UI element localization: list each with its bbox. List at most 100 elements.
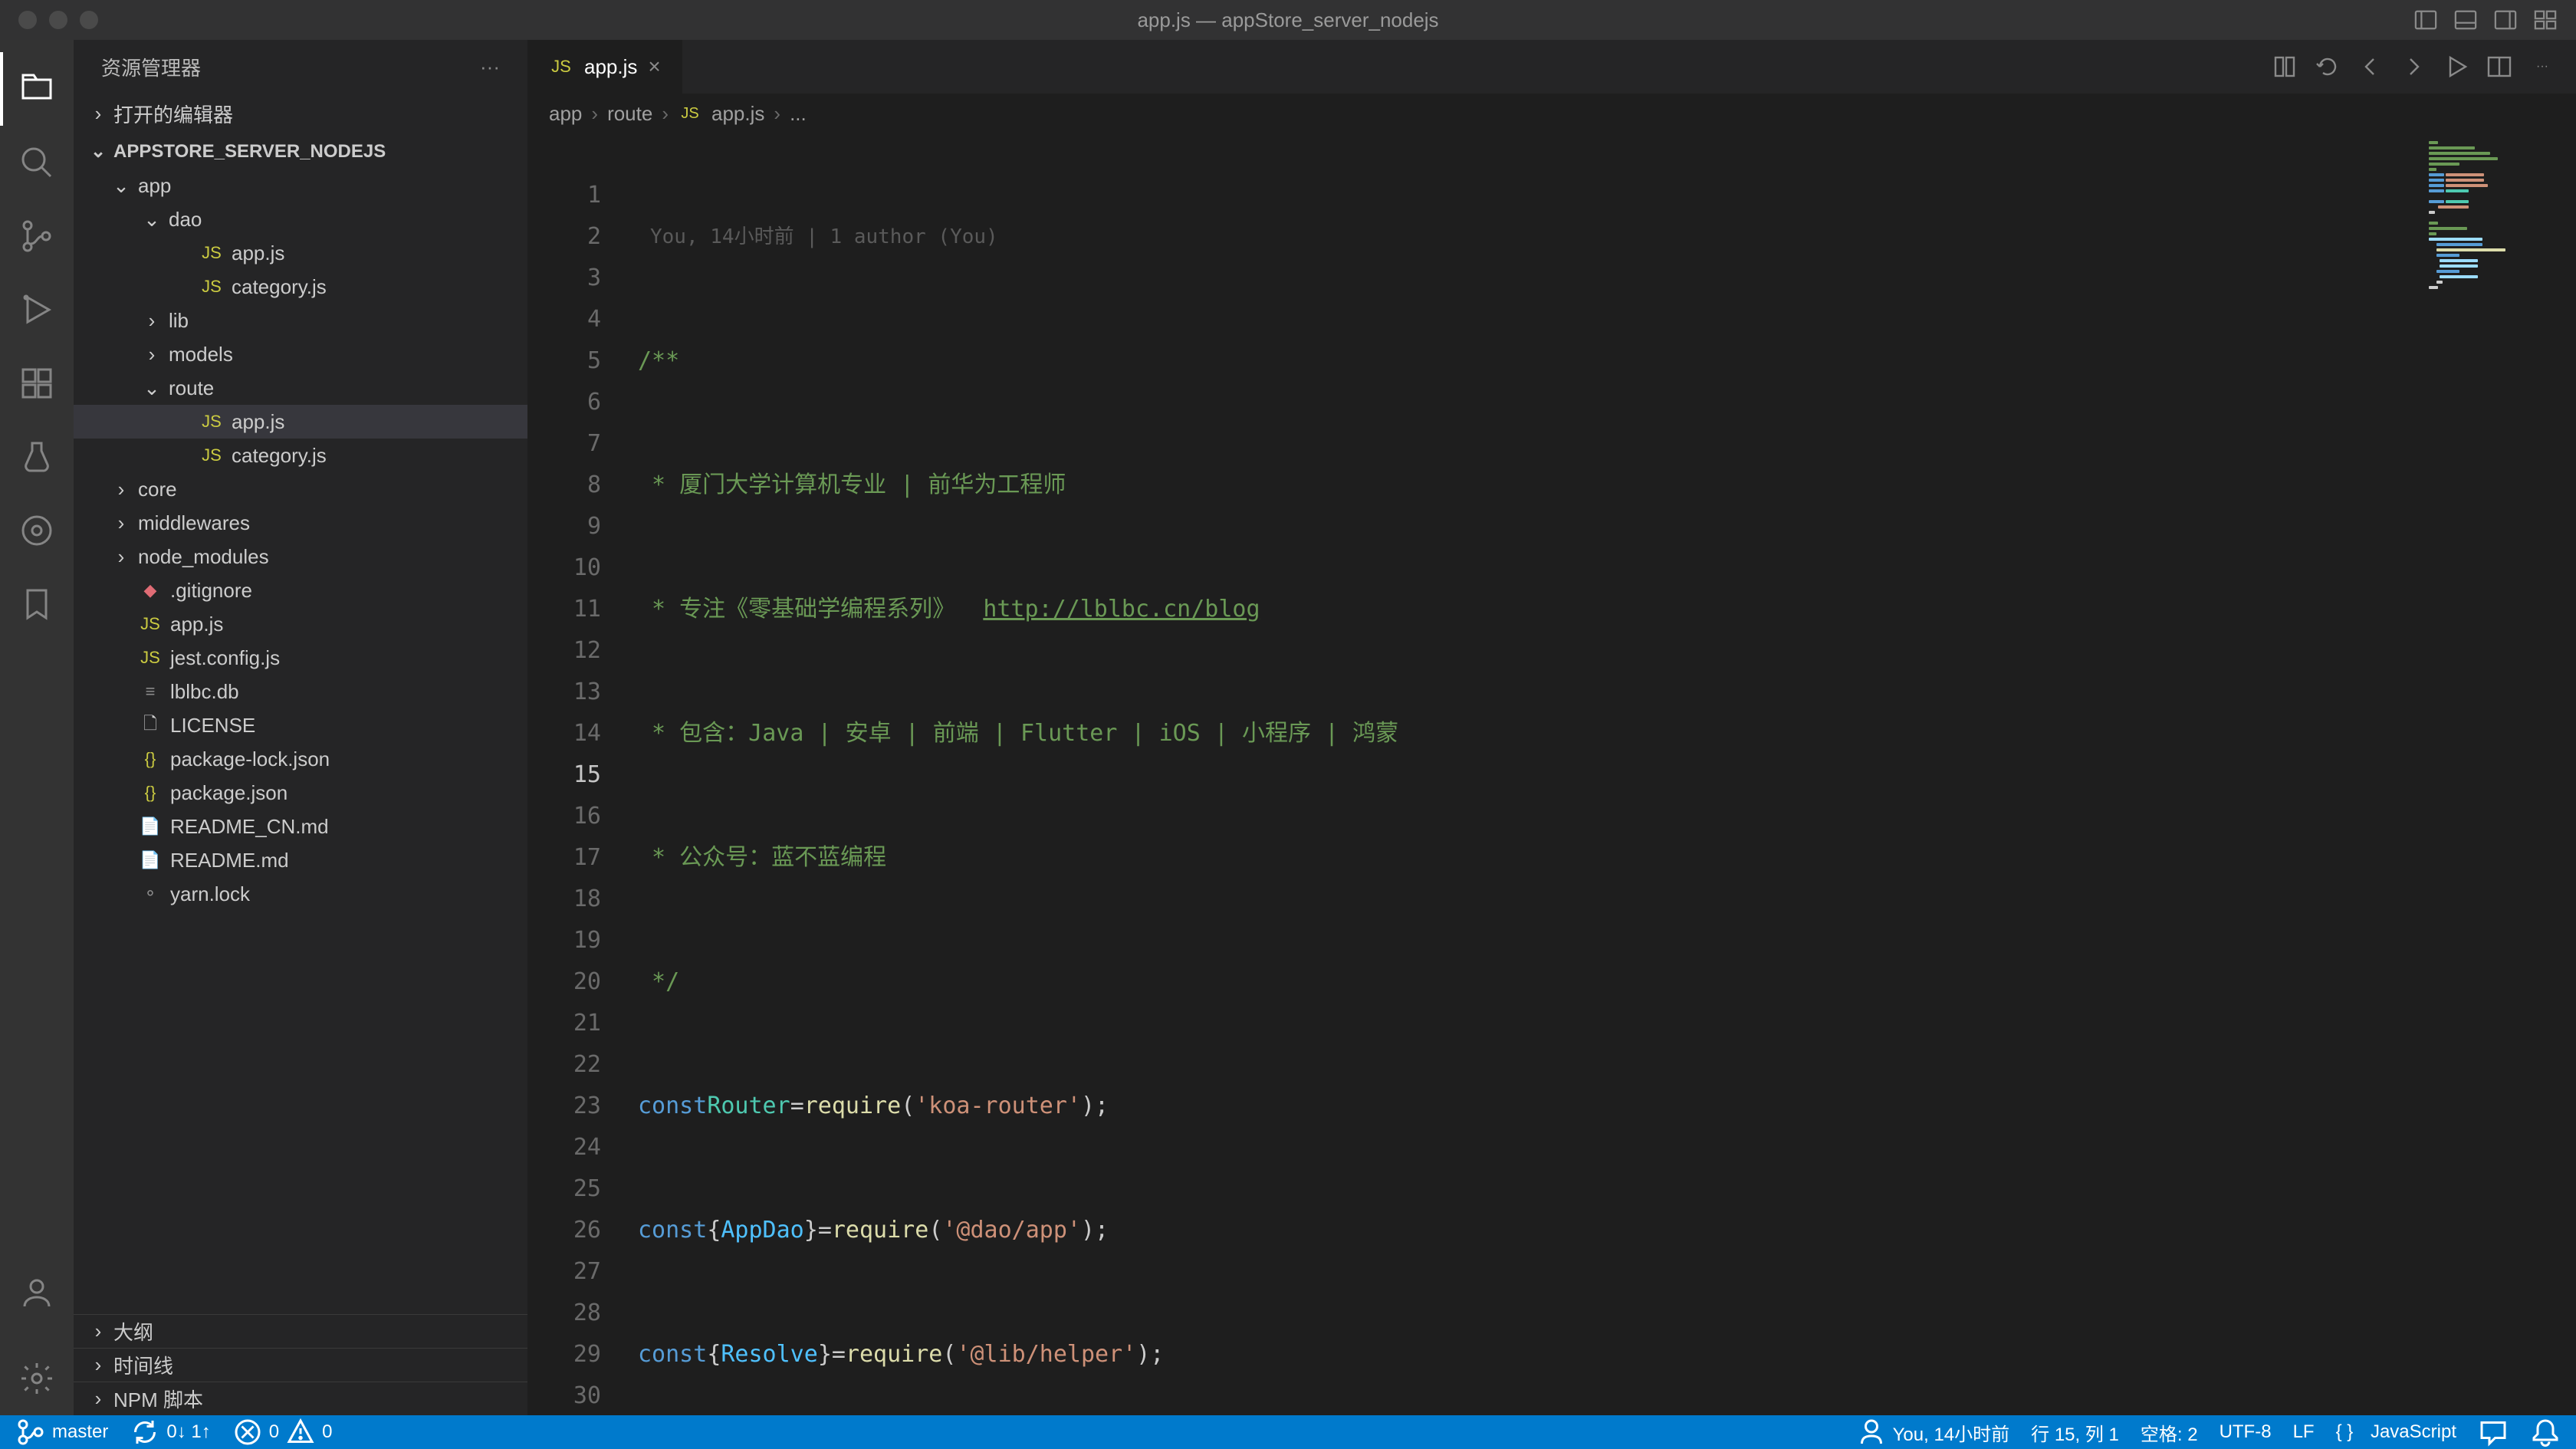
chevron-right-icon: ›: [143, 343, 161, 366]
layout-panel-bottom-icon[interactable]: [2453, 8, 2478, 32]
chevron-right-icon: ›: [89, 102, 107, 126]
layout-panel-left-icon[interactable]: [2413, 8, 2438, 32]
tree-item-package-json[interactable]: {}package.json: [74, 776, 527, 810]
run-icon[interactable]: [2438, 48, 2475, 85]
chevron-right-icon: ›: [112, 511, 130, 535]
tree-item-models[interactable]: ›models: [74, 337, 527, 371]
more-actions-icon[interactable]: ···: [2524, 48, 2561, 85]
timeline-section[interactable]: ›时间线: [74, 1348, 527, 1382]
revert-icon[interactable]: [2309, 48, 2346, 85]
js-file-icon: JS: [678, 105, 702, 123]
activity-run-debug[interactable]: [0, 273, 74, 347]
layout-panel-right-icon[interactable]: [2493, 8, 2518, 32]
activity-source-control[interactable]: [0, 199, 74, 273]
status-feedback-icon[interactable]: [2478, 1417, 2509, 1447]
status-branch[interactable]: master: [15, 1417, 108, 1447]
tree-item-label: core: [138, 478, 177, 501]
breadcrumbs[interactable]: app › route › JS app.js › ...: [527, 94, 2576, 133]
compare-changes-icon[interactable]: [2266, 48, 2303, 85]
status-eol[interactable]: LF: [2293, 1421, 2315, 1443]
split-editor-icon[interactable]: [2481, 48, 2518, 85]
tree-item-category-js[interactable]: JScategory.js: [74, 270, 527, 304]
tree-item-label: .gitignore: [170, 579, 252, 603]
project-section[interactable]: ⌄ APPSTORE_SERVER_NODEJS: [74, 134, 527, 169]
sidebar-header: 资源管理器 ···: [74, 40, 527, 94]
chevron-right-icon: ›: [112, 478, 130, 501]
sidebar-title: 资源管理器: [101, 53, 201, 81]
layout-customize-icon[interactable]: [2533, 8, 2558, 32]
tree-item-app[interactable]: ⌄app: [74, 169, 527, 202]
close-icon[interactable]: ×: [648, 54, 660, 79]
tree-item-dao[interactable]: ⌄dao: [74, 202, 527, 236]
breadcrumb-item[interactable]: ...: [790, 102, 807, 126]
tree-item-yarn-lock[interactable]: ⚬ yarn.lock: [74, 877, 527, 911]
tree-item-route[interactable]: ⌄route: [74, 371, 527, 405]
json-file-icon: {}: [138, 783, 163, 803]
status-bar: master 0↓ 1↑ 0 0 You, 14小时前 行 15, 列 1 空格…: [0, 1415, 2576, 1449]
open-editors-section[interactable]: › 打开的编辑器: [74, 94, 527, 134]
breadcrumb-item[interactable]: app: [549, 102, 582, 126]
js-file-icon: JS: [199, 445, 224, 465]
tree-item-README_CN-md[interactable]: 📄README_CN.md: [74, 810, 527, 843]
tree-item-README-md[interactable]: 📄README.md: [74, 843, 527, 877]
status-encoding[interactable]: UTF-8: [2220, 1421, 2272, 1443]
status-cursor-position[interactable]: 行 15, 列 1: [2031, 1419, 2119, 1446]
tree-item-label: yarn.lock: [170, 882, 250, 906]
tree-item--gitignore[interactable]: ◆ .gitignore: [74, 573, 527, 607]
chevron-right-icon: ›: [143, 309, 161, 333]
sidebar-more-icon[interactable]: ···: [480, 55, 500, 79]
chevron-down-icon: ⌄: [112, 174, 130, 198]
git-file-icon: ◆: [138, 580, 163, 600]
activity-search[interactable]: [0, 126, 74, 199]
tree-item-lib[interactable]: › lib: [74, 304, 527, 337]
status-blame[interactable]: You, 14小时前: [1856, 1417, 2010, 1447]
activity-testing[interactable]: [0, 420, 74, 494]
status-notifications-icon[interactable]: [2530, 1417, 2561, 1447]
minimap[interactable]: [2423, 133, 2576, 1415]
activity-gitlens[interactable]: [0, 494, 74, 567]
activity-account[interactable]: [0, 1256, 74, 1329]
maximize-window[interactable]: [80, 11, 98, 29]
status-language[interactable]: { } JavaScript: [2336, 1421, 2456, 1443]
code-content[interactable]: You, 14小时前 | 1 author (You) /** * 厦门大学计算…: [626, 133, 2576, 1415]
tree-item-LICENSE[interactable]: 🗋LICENSE: [74, 708, 527, 742]
outline-section[interactable]: ›大纲: [74, 1314, 527, 1348]
go-back-icon[interactable]: [2352, 48, 2389, 85]
status-sync[interactable]: 0↓ 1↑: [130, 1417, 210, 1447]
breadcrumb-item[interactable]: route: [607, 102, 652, 126]
tree-item-core[interactable]: › core: [74, 472, 527, 506]
tree-item-label: category.js: [232, 275, 327, 299]
npm-section[interactable]: ›NPM 脚本: [74, 1382, 527, 1415]
lock-file-icon: ⚬: [138, 884, 163, 904]
go-forward-icon[interactable]: [2395, 48, 2432, 85]
close-window[interactable]: [18, 11, 37, 29]
tree-item-package-lock-json[interactable]: {}package-lock.json: [74, 742, 527, 776]
activity-bookmark[interactable]: [0, 567, 74, 641]
status-indentation[interactable]: 空格: 2: [2141, 1419, 2198, 1446]
tree-item-jest-config-js[interactable]: JSjest.config.js: [74, 641, 527, 675]
minimize-window[interactable]: [49, 11, 67, 29]
tree-item-lblbc-db[interactable]: ≡lblbc.db: [74, 675, 527, 708]
tab-app-js[interactable]: JS app.js ×: [527, 40, 683, 94]
tree-item-label: lib: [169, 309, 189, 333]
tree-item-node_modules[interactable]: ›node_modules: [74, 540, 527, 573]
tree-item-label: category.js: [232, 444, 327, 468]
activity-explorer[interactable]: [0, 52, 74, 126]
js-file-icon: JS: [199, 412, 224, 432]
tree-item-app-js[interactable]: JSapp.js: [74, 607, 527, 641]
status-problems[interactable]: 0 0: [232, 1417, 333, 1447]
tab-label: app.js: [584, 55, 637, 79]
tree-item-middlewares[interactable]: ›middlewares: [74, 506, 527, 540]
activity-extensions[interactable]: [0, 347, 74, 420]
activity-settings[interactable]: [0, 1342, 74, 1415]
code-editor[interactable]: . 12345678910111213141516171819202122232…: [527, 133, 2576, 1415]
chevron-right-icon: ›: [591, 102, 598, 126]
js-file-icon: JS: [138, 648, 163, 668]
tree-item-category-js[interactable]: JS category.js: [74, 439, 527, 472]
file-tree: ⌄app⌄daoJSapp.jsJScategory.js›lib›models…: [74, 169, 527, 1314]
chevron-right-icon: ›: [774, 102, 780, 126]
breadcrumb-item[interactable]: app.js: [711, 102, 764, 126]
tree-item-app-js[interactable]: JSapp.js: [74, 405, 527, 439]
tree-item-app-js[interactable]: JSapp.js: [74, 236, 527, 270]
tree-item-label: dao: [169, 208, 202, 232]
